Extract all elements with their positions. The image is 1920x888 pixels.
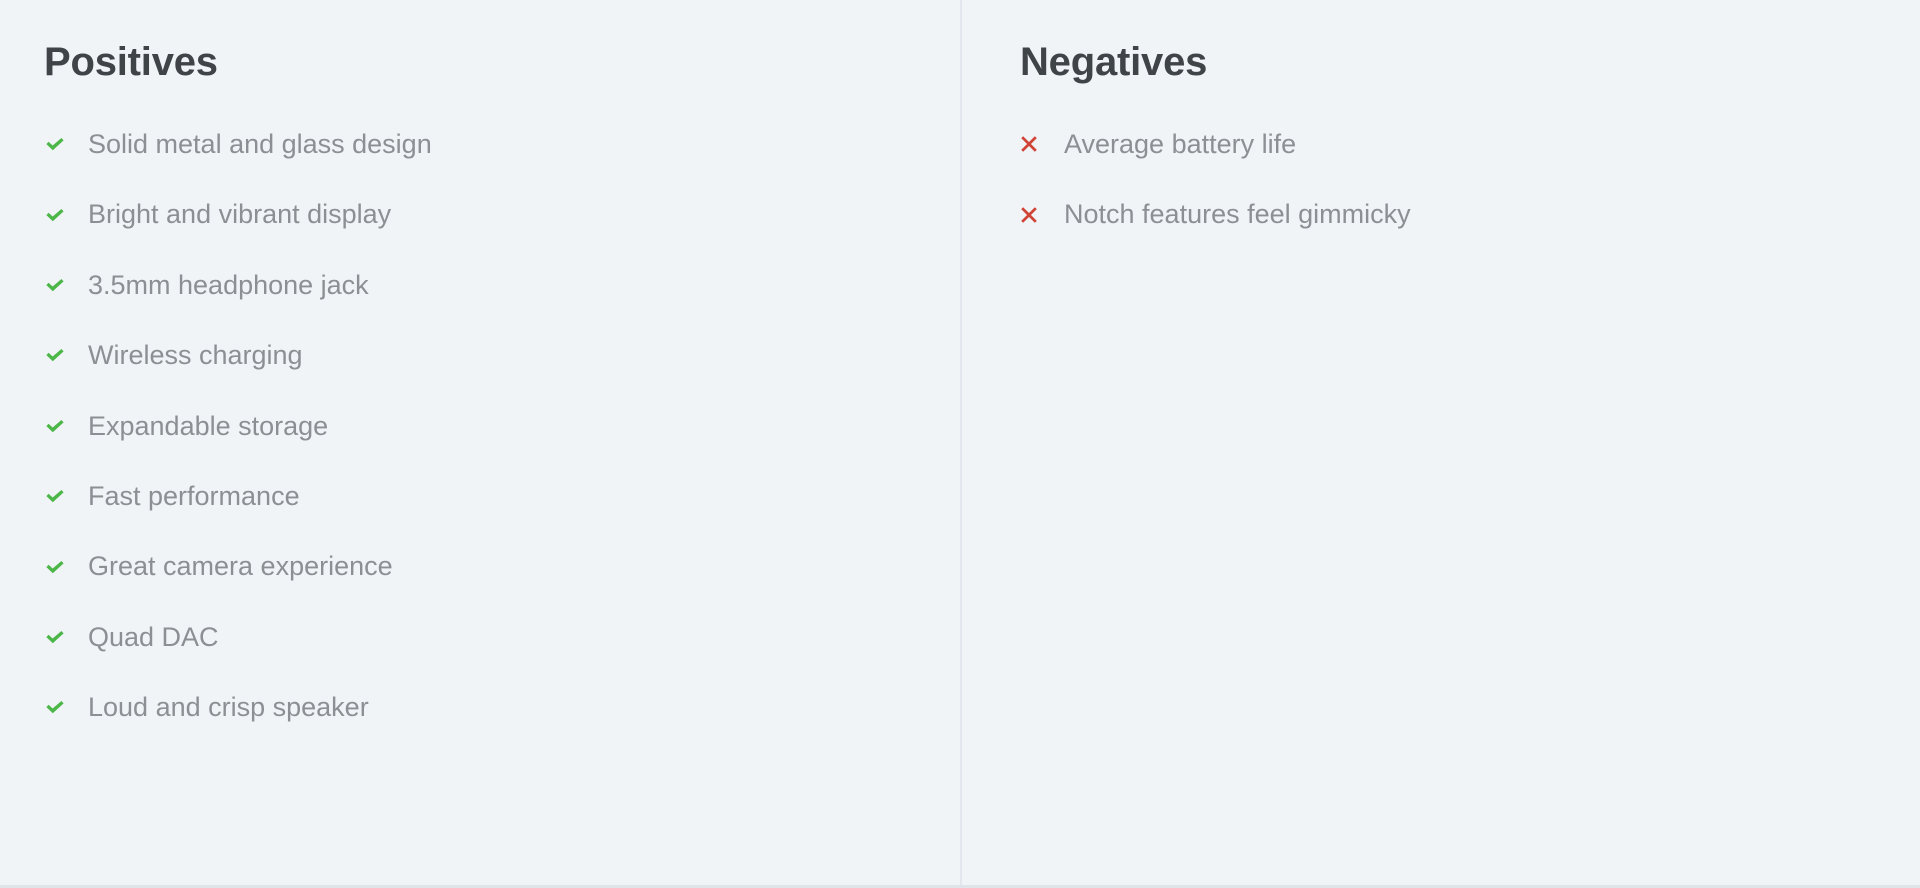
list-item-label: Quad DAC (88, 621, 219, 652)
times-icon (1020, 133, 1042, 155)
list-item: Bright and vibrant display (44, 198, 912, 230)
check-icon (44, 556, 66, 578)
list-item: 3.5mm headphone jack (44, 269, 912, 301)
negatives-list: Average battery life Notch features feel… (1020, 128, 1872, 231)
check-icon (44, 696, 66, 718)
times-icon (1020, 204, 1042, 226)
check-icon (44, 626, 66, 648)
list-item: Great camera experience (44, 550, 912, 582)
list-item-label: Bright and vibrant display (88, 199, 392, 230)
list-item-label: 3.5mm headphone jack (88, 269, 369, 300)
pros-cons-panel: Positives Solid metal and glass design B… (0, 0, 1920, 888)
list-item: Loud and crisp speaker (44, 691, 912, 723)
list-item: Notch features feel gimmicky (1020, 198, 1872, 230)
list-item-label: Wireless charging (88, 340, 303, 371)
check-icon (44, 344, 66, 366)
list-item-label: Great camera experience (88, 551, 393, 582)
list-item: Quad DAC (44, 621, 912, 653)
list-item: Wireless charging (44, 339, 912, 371)
list-item-label: Solid metal and glass design (88, 129, 432, 159)
list-item-label: Notch features feel gimmicky (1064, 199, 1411, 230)
positives-heading: Positives (44, 40, 218, 84)
list-item-label: Average battery life (1064, 129, 1297, 159)
list-item-label: Loud and crisp speaker (88, 692, 369, 723)
check-icon (44, 274, 66, 296)
check-icon (44, 415, 66, 437)
list-item-label: Expandable storage (88, 410, 329, 441)
positives-column: Positives Solid metal and glass design B… (0, 0, 960, 885)
negatives-heading: Negatives (1020, 40, 1208, 84)
negatives-column: Negatives Average battery life Notch fea… (960, 0, 1920, 885)
check-icon (44, 204, 66, 226)
list-item-label: Fast performance (88, 480, 300, 511)
list-item: Expandable storage (44, 410, 912, 442)
list-item: Fast performance (44, 480, 912, 512)
check-icon (44, 133, 66, 155)
list-item: Average battery life (1020, 128, 1872, 160)
list-item: Solid metal and glass design (44, 128, 912, 160)
positives-list: Solid metal and glass design Bright and … (44, 128, 912, 724)
check-icon (44, 485, 66, 507)
